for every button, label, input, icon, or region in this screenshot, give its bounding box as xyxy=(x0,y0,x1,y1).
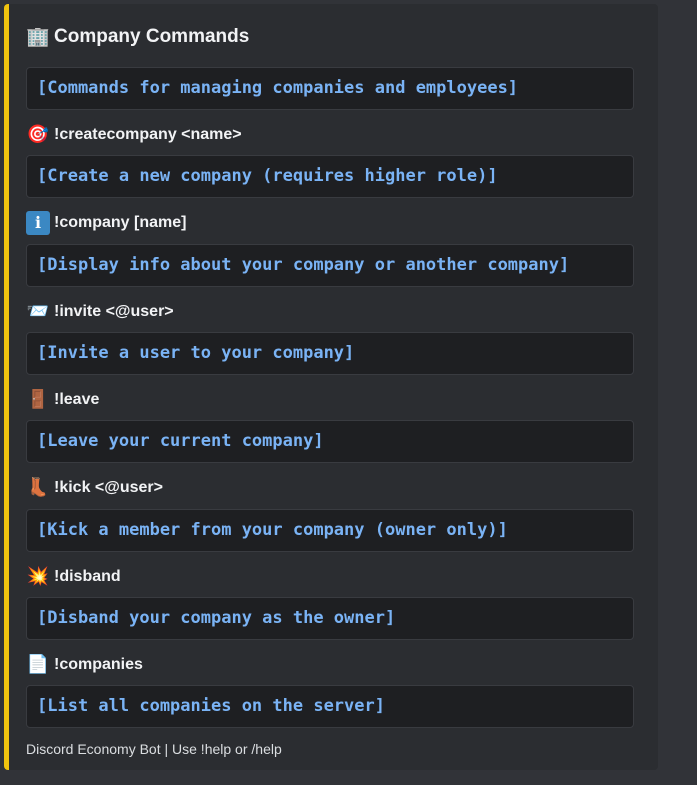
command-name: !disband xyxy=(54,568,121,585)
command-description-code: [Kick a member from your company (owner … xyxy=(26,509,634,552)
bot-embed: 🏢 Company Commands [Commands for managin… xyxy=(4,4,658,770)
command-field-title: 👢 !kick <@user> xyxy=(26,476,163,500)
target-icon: 🎯 xyxy=(26,124,50,145)
command-name: !invite <@user> xyxy=(54,303,174,320)
collision-icon: 💥 xyxy=(26,566,50,587)
command-name: !companies xyxy=(54,656,143,673)
command-field-title: 📨 !invite <@user> xyxy=(26,300,174,324)
command-description-code: [Disband your company as the owner] xyxy=(26,597,634,640)
command-description-code: [Leave your current company] xyxy=(26,420,634,463)
embed-title: Company Commands xyxy=(54,26,250,47)
command-name: !createcompany <name> xyxy=(54,126,242,143)
embed-title-row: 🏢 Company Commands xyxy=(26,24,249,50)
command-name: !leave xyxy=(54,391,100,408)
office-building-icon: 🏢 xyxy=(26,26,50,48)
command-description-code: [Display info about your company or anot… xyxy=(26,244,634,287)
info-icon: ℹ xyxy=(26,211,50,235)
embed-description-code: [Commands for managing companies and emp… xyxy=(26,67,634,110)
embed-accent-bar xyxy=(4,4,9,770)
command-description-code: [List all companies on the server] xyxy=(26,685,634,728)
command-field-title: 📄 !companies xyxy=(26,653,143,677)
command-name: !company [name] xyxy=(54,214,187,231)
command-name: !kick <@user> xyxy=(54,479,163,496)
command-description-code: [Invite a user to your company] xyxy=(26,332,634,375)
door-icon: 🚪 xyxy=(26,389,50,410)
command-field-title: 🎯 !createcompany <name> xyxy=(26,123,242,147)
boot-icon: 👢 xyxy=(26,477,50,498)
page-icon: 📄 xyxy=(26,654,50,675)
command-field-title: 💥 !disband xyxy=(26,565,121,589)
command-field-title: 🚪 !leave xyxy=(26,388,100,412)
command-field-title: ℹ !company [name] xyxy=(26,211,186,235)
envelope-icon: 📨 xyxy=(26,301,50,322)
command-description-code: [Create a new company (requires higher r… xyxy=(26,155,634,198)
embed-footer: Discord Economy Bot | Use !help or /help xyxy=(26,741,282,757)
chat-view: 🏢 Company Commands [Commands for managin… xyxy=(0,0,697,785)
